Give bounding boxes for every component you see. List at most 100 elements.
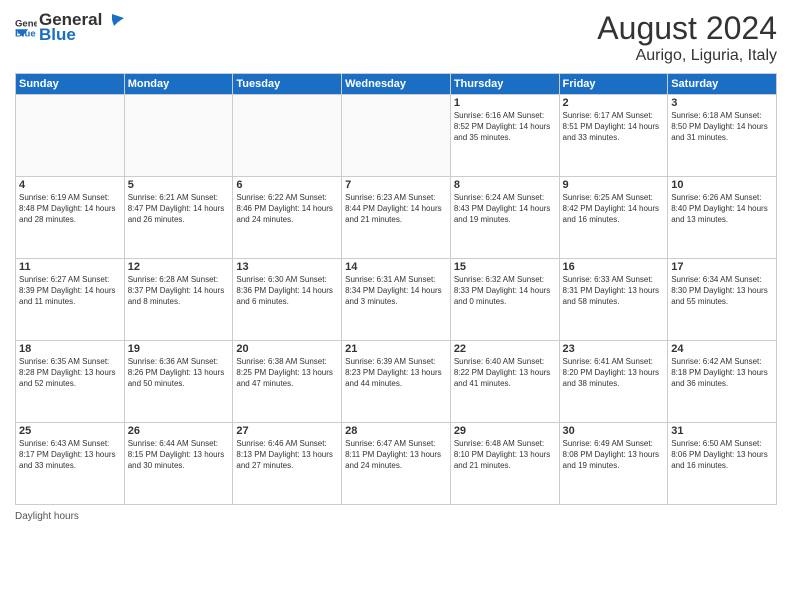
day-number: 19 <box>128 343 230 355</box>
calendar-cell: 6Sunrise: 6:22 AM Sunset: 8:46 PM Daylig… <box>233 177 342 259</box>
calendar-cell: 4Sunrise: 6:19 AM Sunset: 8:48 PM Daylig… <box>16 177 125 259</box>
day-info: Sunrise: 6:44 AM Sunset: 8:15 PM Dayligh… <box>128 438 230 472</box>
calendar-cell: 24Sunrise: 6:42 AM Sunset: 8:18 PM Dayli… <box>668 341 777 423</box>
calendar-cell: 16Sunrise: 6:33 AM Sunset: 8:31 PM Dayli… <box>559 259 668 341</box>
day-number: 9 <box>563 179 665 191</box>
day-number: 14 <box>345 261 447 273</box>
calendar-cell: 7Sunrise: 6:23 AM Sunset: 8:44 PM Daylig… <box>342 177 451 259</box>
calendar-cell <box>233 95 342 177</box>
calendar-cell: 28Sunrise: 6:47 AM Sunset: 8:11 PM Dayli… <box>342 423 451 505</box>
day-info: Sunrise: 6:32 AM Sunset: 8:33 PM Dayligh… <box>454 274 556 308</box>
calendar-cell: 15Sunrise: 6:32 AM Sunset: 8:33 PM Dayli… <box>450 259 559 341</box>
day-info: Sunrise: 6:27 AM Sunset: 8:39 PM Dayligh… <box>19 274 121 308</box>
svg-text:Blue: Blue <box>15 29 36 38</box>
day-header-friday: Friday <box>559 74 668 95</box>
title-block: August 2024 Aurigo, Liguria, Italy <box>597 10 777 65</box>
day-number: 30 <box>563 425 665 437</box>
calendar-cell: 8Sunrise: 6:24 AM Sunset: 8:43 PM Daylig… <box>450 177 559 259</box>
day-number: 5 <box>128 179 230 191</box>
day-number: 24 <box>671 343 773 355</box>
calendar-cell: 27Sunrise: 6:46 AM Sunset: 8:13 PM Dayli… <box>233 423 342 505</box>
calendar-cell <box>124 95 233 177</box>
calendar-cell: 29Sunrise: 6:48 AM Sunset: 8:10 PM Dayli… <box>450 423 559 505</box>
footer-label: Daylight hours <box>15 511 79 522</box>
day-info: Sunrise: 6:35 AM Sunset: 8:28 PM Dayligh… <box>19 356 121 390</box>
day-info: Sunrise: 6:18 AM Sunset: 8:50 PM Dayligh… <box>671 110 773 144</box>
calendar-table: SundayMondayTuesdayWednesdayThursdayFrid… <box>15 73 777 505</box>
day-info: Sunrise: 6:39 AM Sunset: 8:23 PM Dayligh… <box>345 356 447 390</box>
day-info: Sunrise: 6:31 AM Sunset: 8:34 PM Dayligh… <box>345 274 447 308</box>
day-number: 6 <box>236 179 338 191</box>
day-number: 21 <box>345 343 447 355</box>
svg-text:General: General <box>15 19 37 30</box>
day-number: 29 <box>454 425 556 437</box>
calendar-cell: 12Sunrise: 6:28 AM Sunset: 8:37 PM Dayli… <box>124 259 233 341</box>
calendar-header-row: SundayMondayTuesdayWednesdayThursdayFrid… <box>16 74 777 95</box>
day-info: Sunrise: 6:34 AM Sunset: 8:30 PM Dayligh… <box>671 274 773 308</box>
calendar-cell: 21Sunrise: 6:39 AM Sunset: 8:23 PM Dayli… <box>342 341 451 423</box>
day-info: Sunrise: 6:17 AM Sunset: 8:51 PM Dayligh… <box>563 110 665 144</box>
calendar-cell <box>16 95 125 177</box>
day-header-wednesday: Wednesday <box>342 74 451 95</box>
day-number: 17 <box>671 261 773 273</box>
calendar-cell: 25Sunrise: 6:43 AM Sunset: 8:17 PM Dayli… <box>16 423 125 505</box>
day-number: 31 <box>671 425 773 437</box>
day-header-sunday: Sunday <box>16 74 125 95</box>
day-info: Sunrise: 6:24 AM Sunset: 8:43 PM Dayligh… <box>454 192 556 226</box>
day-info: Sunrise: 6:41 AM Sunset: 8:20 PM Dayligh… <box>563 356 665 390</box>
day-info: Sunrise: 6:19 AM Sunset: 8:48 PM Dayligh… <box>19 192 121 226</box>
day-number: 15 <box>454 261 556 273</box>
day-number: 11 <box>19 261 121 273</box>
day-header-thursday: Thursday <box>450 74 559 95</box>
month-title: August 2024 <box>597 10 777 47</box>
logo-blue-text: Blue <box>39 26 124 45</box>
day-info: Sunrise: 6:21 AM Sunset: 8:47 PM Dayligh… <box>128 192 230 226</box>
day-info: Sunrise: 6:42 AM Sunset: 8:18 PM Dayligh… <box>671 356 773 390</box>
calendar-cell: 13Sunrise: 6:30 AM Sunset: 8:36 PM Dayli… <box>233 259 342 341</box>
calendar-cell: 26Sunrise: 6:44 AM Sunset: 8:15 PM Dayli… <box>124 423 233 505</box>
day-number: 12 <box>128 261 230 273</box>
day-info: Sunrise: 6:23 AM Sunset: 8:44 PM Dayligh… <box>345 192 447 226</box>
day-number: 22 <box>454 343 556 355</box>
calendar-cell: 3Sunrise: 6:18 AM Sunset: 8:50 PM Daylig… <box>668 95 777 177</box>
day-info: Sunrise: 6:38 AM Sunset: 8:25 PM Dayligh… <box>236 356 338 390</box>
day-number: 8 <box>454 179 556 191</box>
calendar-week-row: 11Sunrise: 6:27 AM Sunset: 8:39 PM Dayli… <box>16 259 777 341</box>
calendar-cell: 20Sunrise: 6:38 AM Sunset: 8:25 PM Dayli… <box>233 341 342 423</box>
logo-icon: General Blue <box>15 16 37 38</box>
day-number: 20 <box>236 343 338 355</box>
calendar-cell: 9Sunrise: 6:25 AM Sunset: 8:42 PM Daylig… <box>559 177 668 259</box>
header: General Blue General Blue August 2024 Au… <box>15 10 777 65</box>
day-number: 16 <box>563 261 665 273</box>
day-number: 3 <box>671 97 773 109</box>
calendar-cell: 30Sunrise: 6:49 AM Sunset: 8:08 PM Dayli… <box>559 423 668 505</box>
day-number: 28 <box>345 425 447 437</box>
day-number: 13 <box>236 261 338 273</box>
day-info: Sunrise: 6:50 AM Sunset: 8:06 PM Dayligh… <box>671 438 773 472</box>
day-info: Sunrise: 6:16 AM Sunset: 8:52 PM Dayligh… <box>454 110 556 144</box>
calendar-week-row: 25Sunrise: 6:43 AM Sunset: 8:17 PM Dayli… <box>16 423 777 505</box>
calendar-cell: 31Sunrise: 6:50 AM Sunset: 8:06 PM Dayli… <box>668 423 777 505</box>
day-number: 10 <box>671 179 773 191</box>
calendar-cell <box>342 95 451 177</box>
day-info: Sunrise: 6:33 AM Sunset: 8:31 PM Dayligh… <box>563 274 665 308</box>
calendar-cell: 10Sunrise: 6:26 AM Sunset: 8:40 PM Dayli… <box>668 177 777 259</box>
page: General Blue General Blue August 2024 Au… <box>0 0 792 612</box>
day-info: Sunrise: 6:28 AM Sunset: 8:37 PM Dayligh… <box>128 274 230 308</box>
calendar-cell: 23Sunrise: 6:41 AM Sunset: 8:20 PM Dayli… <box>559 341 668 423</box>
day-header-tuesday: Tuesday <box>233 74 342 95</box>
calendar-week-row: 18Sunrise: 6:35 AM Sunset: 8:28 PM Dayli… <box>16 341 777 423</box>
calendar-cell: 14Sunrise: 6:31 AM Sunset: 8:34 PM Dayli… <box>342 259 451 341</box>
day-header-monday: Monday <box>124 74 233 95</box>
footer: Daylight hours <box>15 511 777 522</box>
day-info: Sunrise: 6:43 AM Sunset: 8:17 PM Dayligh… <box>19 438 121 472</box>
calendar-cell: 1Sunrise: 6:16 AM Sunset: 8:52 PM Daylig… <box>450 95 559 177</box>
day-info: Sunrise: 6:36 AM Sunset: 8:26 PM Dayligh… <box>128 356 230 390</box>
day-info: Sunrise: 6:48 AM Sunset: 8:10 PM Dayligh… <box>454 438 556 472</box>
day-number: 18 <box>19 343 121 355</box>
calendar-cell: 5Sunrise: 6:21 AM Sunset: 8:47 PM Daylig… <box>124 177 233 259</box>
calendar-cell: 2Sunrise: 6:17 AM Sunset: 8:51 PM Daylig… <box>559 95 668 177</box>
day-info: Sunrise: 6:47 AM Sunset: 8:11 PM Dayligh… <box>345 438 447 472</box>
day-info: Sunrise: 6:22 AM Sunset: 8:46 PM Dayligh… <box>236 192 338 226</box>
calendar-cell: 18Sunrise: 6:35 AM Sunset: 8:28 PM Dayli… <box>16 341 125 423</box>
